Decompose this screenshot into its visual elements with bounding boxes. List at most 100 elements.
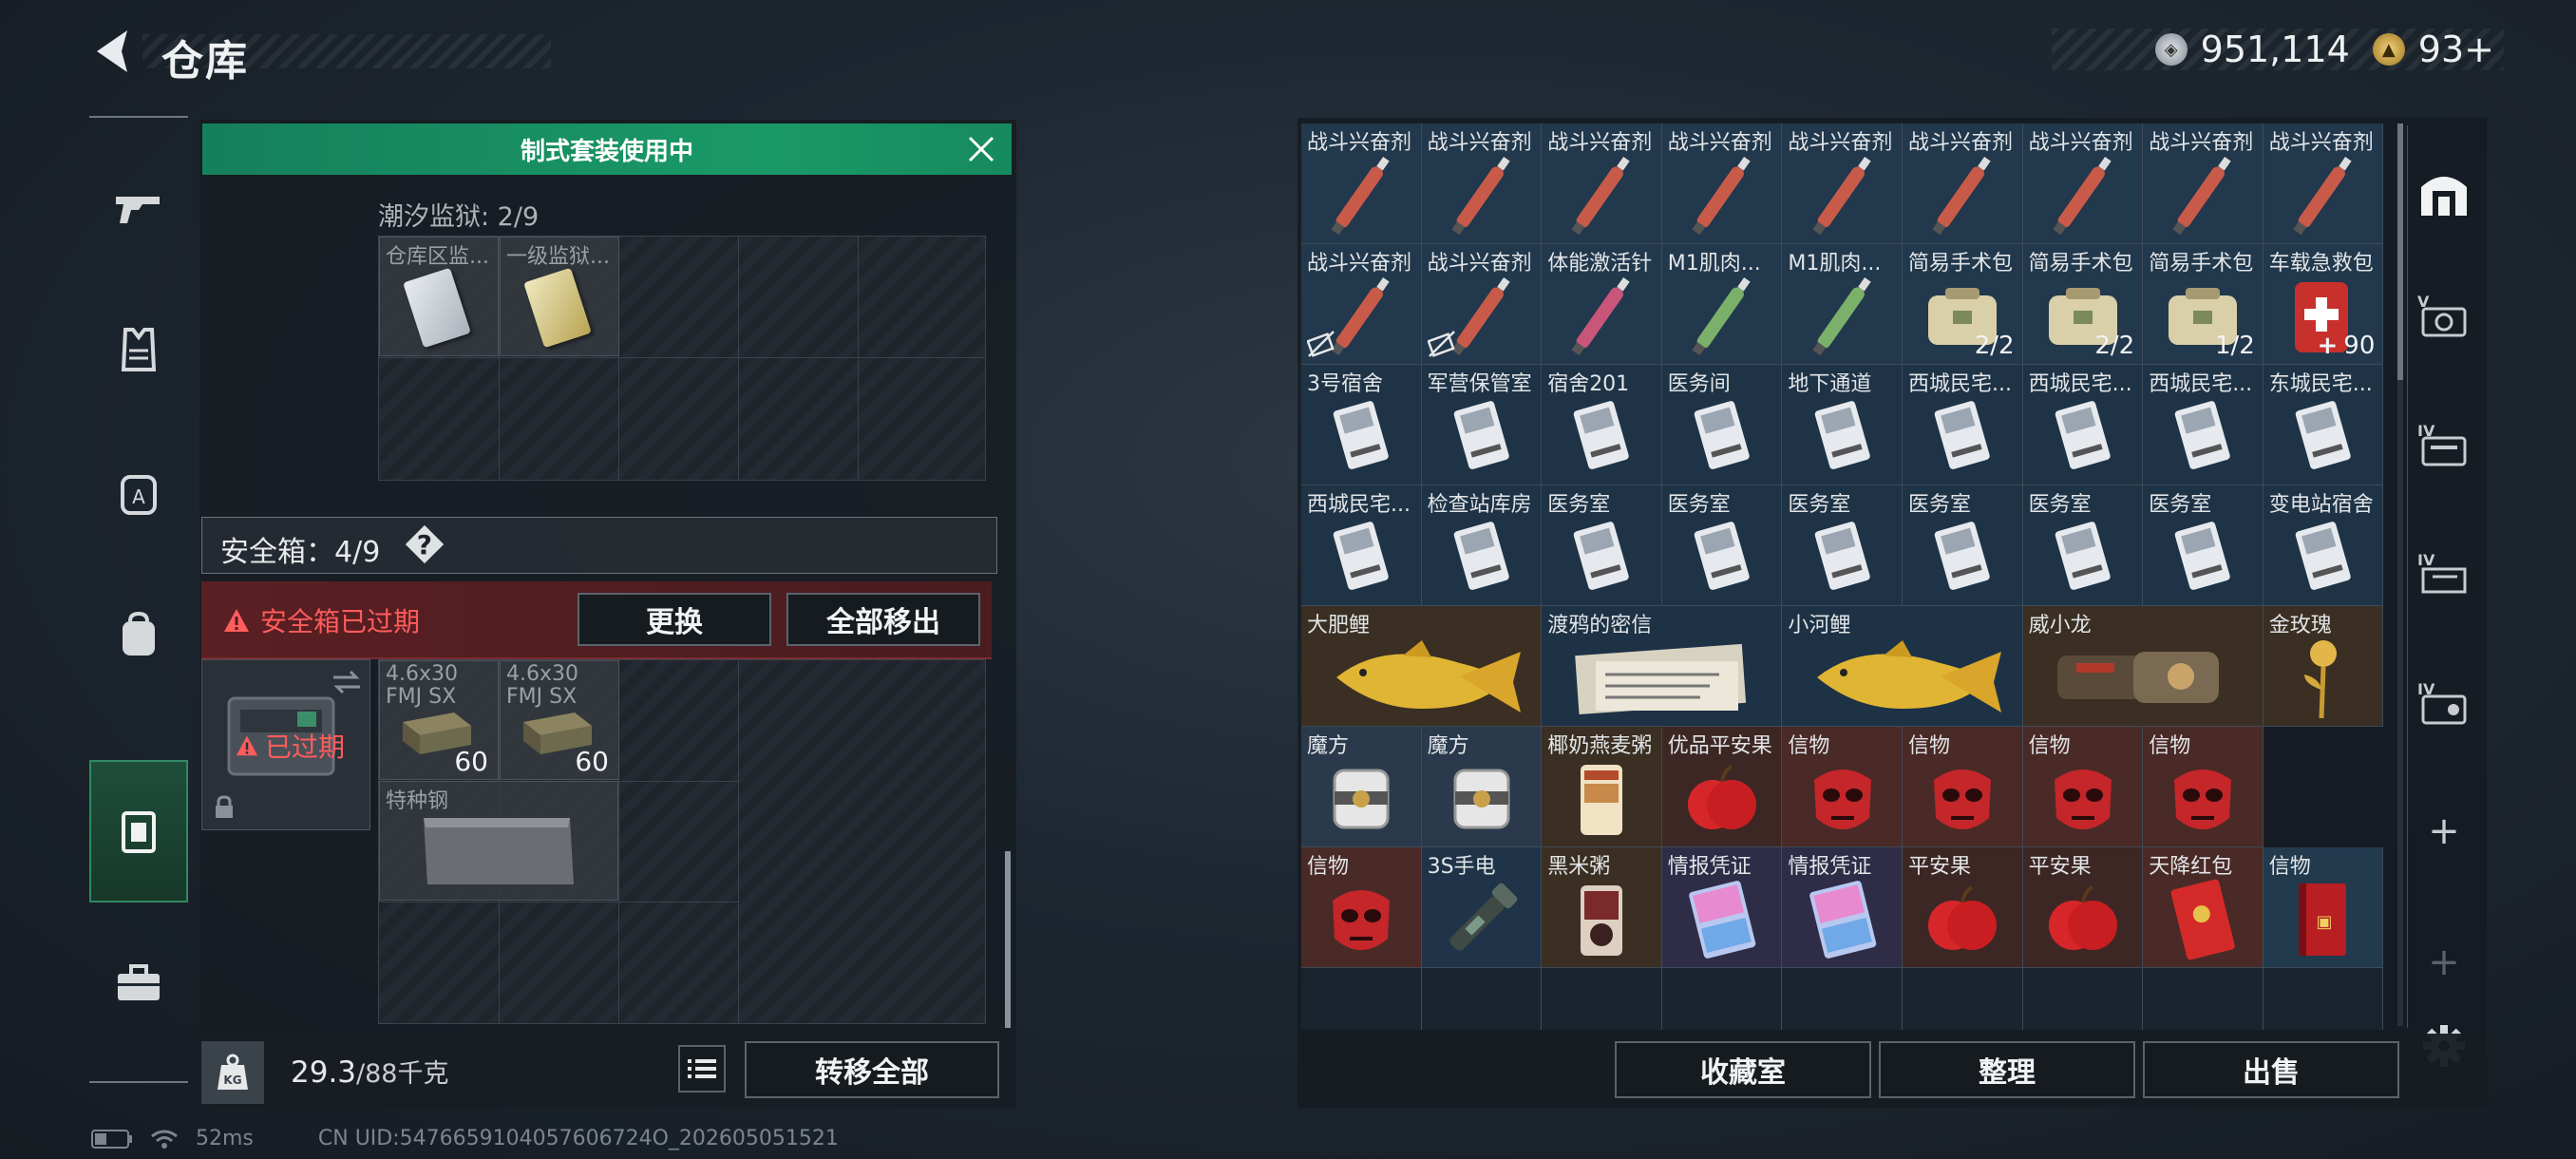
inventory-item[interactable]: 体能激活针: [1542, 244, 1662, 365]
left-scrollbar[interactable]: [1005, 851, 1011, 1028]
inventory-item[interactable]: 战斗兴奋剂: [1542, 124, 1662, 244]
nav-weapons[interactable]: [89, 137, 188, 279]
nav-helmet[interactable]: A: [89, 422, 188, 564]
nav-toolbox[interactable]: [89, 912, 188, 1054]
inventory-item[interactable]: 信物: [2143, 727, 2263, 847]
inventory-item[interactable]: 大肥鲤: [1301, 606, 1543, 727]
empty-slot[interactable]: [1782, 968, 1903, 1030]
empty-slot[interactable]: [1421, 968, 1543, 1030]
sort-button[interactable]: 整理: [1879, 1041, 2135, 1098]
inventory-item[interactable]: M1肌肉...: [1661, 244, 1783, 365]
inventory-item[interactable]: 西城民宅...: [1903, 365, 2023, 485]
storage-tab-iv-b[interactable]: IV: [2411, 540, 2477, 606]
empty-slot[interactable]: [1301, 968, 1422, 1030]
inventory-item[interactable]: 战斗兴奋剂: [1903, 124, 2023, 244]
inventory-item[interactable]: 情报凭证: [1782, 847, 1903, 968]
inventory-item[interactable]: 黑米粥: [1542, 847, 1662, 968]
inventory-item[interactable]: 医务间: [1661, 365, 1783, 485]
empty-slot[interactable]: [1542, 968, 1662, 1030]
inventory-item[interactable]: 战斗兴奋剂: [1421, 244, 1543, 365]
inventory-item[interactable]: 变电站宿舍: [2263, 485, 2384, 606]
inventory-item[interactable]: 椰奶燕麦粥: [1542, 727, 1662, 847]
inventory-item[interactable]: 战斗兴奋剂: [1301, 244, 1422, 365]
inventory-scroll-thumb[interactable]: [2397, 124, 2403, 380]
storage-tab-home[interactable]: [2411, 160, 2477, 226]
inventory-item[interactable]: 渡鸦的密信: [1542, 606, 1783, 727]
inventory-item[interactable]: 小河鲤: [1782, 606, 2023, 727]
inventory-item[interactable]: 威小龙: [2022, 606, 2263, 727]
sell-button[interactable]: 出售: [2143, 1041, 2399, 1098]
gun-icon: [116, 197, 160, 223]
inventory-item[interactable]: 宿舍201: [1542, 365, 1662, 485]
inventory-item[interactable]: 信物: [1903, 727, 2023, 847]
inventory-item[interactable]: 西城民宅...: [1301, 485, 1422, 606]
safebox-slot[interactable]: 已过期: [201, 659, 370, 830]
add-storage-disabled-button[interactable]: +: [2411, 929, 2477, 996]
inventory-item[interactable]: 简易手术包 2/2: [2022, 244, 2144, 365]
storage-tab-iv-c[interactable]: IV: [2411, 669, 2477, 735]
empty-slot[interactable]: [1903, 968, 2023, 1030]
empty-slot[interactable]: [2263, 968, 2384, 1030]
keycard-icon: [1574, 401, 1630, 469]
inventory-item[interactable]: 信物: [1301, 847, 1422, 968]
add-storage-button[interactable]: +: [2411, 798, 2477, 864]
inventory-item[interactable]: 地下通道: [1782, 365, 1903, 485]
inventory-item[interactable]: 军营保管室: [1421, 365, 1543, 485]
empty-slot[interactable]: [2143, 968, 2263, 1030]
inventory-item[interactable]: 战斗兴奋剂: [2263, 124, 2384, 244]
inventory-item[interactable]: 医务室: [1903, 485, 2023, 606]
inventory-item[interactable]: 医务室: [2143, 485, 2263, 606]
inventory-item[interactable]: 天降红包: [2143, 847, 2263, 968]
inventory-item[interactable]: 西城民宅...: [2143, 365, 2263, 485]
back-button[interactable]: [84, 23, 141, 80]
inventory-item[interactable]: 魔方: [1421, 727, 1543, 847]
inventory-item[interactable]: 3号宿舍: [1301, 365, 1422, 485]
gold-coin-icon: ▲: [2372, 33, 2405, 66]
inventory-item[interactable]: 战斗兴奋剂: [1782, 124, 1903, 244]
replace-button[interactable]: 更换: [578, 593, 771, 646]
inventory-item[interactable]: 信物: [1782, 727, 1903, 847]
ammo-item[interactable]: 4.6x30 FMJ SX 60: [379, 660, 499, 780]
inventory-item[interactable]: 金玫瑰: [2263, 606, 2384, 727]
inventory-item[interactable]: 简易手术包 1/2: [2143, 244, 2263, 365]
inventory-item[interactable]: 车载急救包 +90: [2263, 244, 2384, 365]
inventory-item[interactable]: 医务室: [1661, 485, 1783, 606]
inventory-item[interactable]: 东城民宅...: [2263, 365, 2384, 485]
inventory-item[interactable]: 医务室: [1542, 485, 1662, 606]
steel-item[interactable]: 特种钢: [379, 781, 618, 901]
list-view-button[interactable]: [678, 1045, 726, 1092]
inventory-item[interactable]: M1肌肉...: [1782, 244, 1903, 365]
inventory-item[interactable]: 信物: [2022, 727, 2144, 847]
inventory-item[interactable]: ▣ 信物: [2263, 847, 2384, 968]
ammo-item[interactable]: 4.6x30 FMJ SX 60: [500, 660, 619, 780]
inventory-item[interactable]: 情报凭证: [1661, 847, 1783, 968]
inventory-item[interactable]: 简易手术包 2/2: [1903, 244, 2023, 365]
inventory-item[interactable]: 3S手电: [1421, 847, 1543, 968]
inventory-item[interactable]: 西城民宅...: [2022, 365, 2144, 485]
kit-slot-item[interactable]: 一级监狱...: [500, 237, 619, 356]
empty-slot[interactable]: [1661, 968, 1783, 1030]
inventory-item[interactable]: 战斗兴奋剂: [1661, 124, 1783, 244]
kit-close-button[interactable]: [959, 129, 1003, 169]
inventory-item[interactable]: 战斗兴奋剂: [2143, 124, 2263, 244]
storage-tab-iv-a[interactable]: IV: [2411, 410, 2477, 477]
kit-slot-item[interactable]: 仓库区监...: [379, 237, 499, 356]
empty-slot[interactable]: [2022, 968, 2144, 1030]
inventory-item[interactable]: 战斗兴奋剂: [1301, 124, 1422, 244]
inventory-item[interactable]: 平安果: [2022, 847, 2144, 968]
inventory-item[interactable]: 优品平安果: [1661, 727, 1783, 847]
inventory-item[interactable]: 战斗兴奋剂: [1421, 124, 1543, 244]
nav-backpack[interactable]: [89, 564, 188, 707]
transfer-all-button[interactable]: 转移全部: [745, 1041, 999, 1098]
inventory-item[interactable]: 战斗兴奋剂: [2022, 124, 2144, 244]
storage-tab-v[interactable]: V: [2411, 281, 2477, 348]
nav-armor[interactable]: [89, 279, 188, 422]
inventory-item[interactable]: 平安果: [1903, 847, 2023, 968]
inventory-item[interactable]: 魔方: [1301, 727, 1422, 847]
nav-safebox[interactable]: [89, 760, 188, 902]
inventory-item[interactable]: 检查站库房: [1421, 485, 1543, 606]
inventory-item[interactable]: 医务室: [2022, 485, 2144, 606]
collection-room-button[interactable]: 收藏室: [1615, 1041, 1871, 1098]
remove-all-button[interactable]: 全部移出: [786, 593, 980, 646]
inventory-item[interactable]: 医务室: [1782, 485, 1903, 606]
